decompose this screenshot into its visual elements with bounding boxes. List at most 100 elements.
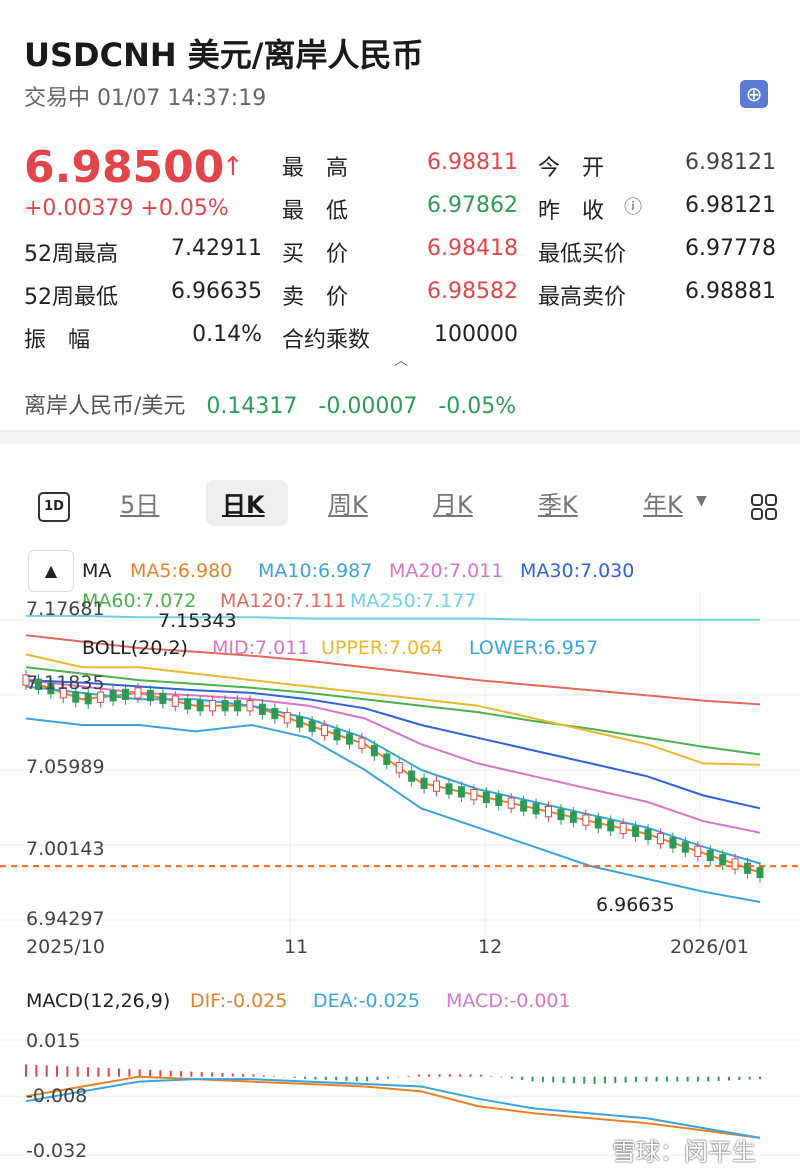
candle-body: [656, 832, 664, 845]
series-line-ma60: [25, 666, 761, 756]
candle-body: [159, 692, 167, 704]
reverse-pct: -0.05%: [438, 394, 517, 419]
candle-body: [706, 849, 714, 862]
bid-value: 6.98418: [427, 236, 518, 261]
candle-body: [84, 693, 92, 705]
candle-body: [607, 820, 615, 832]
open-label: 今 开: [538, 156, 605, 181]
tab-day-k[interactable]: 日K: [222, 485, 265, 520]
prev-close-label: 昨 收: [538, 199, 605, 224]
candle-body: [171, 695, 179, 707]
candle-body: [308, 720, 316, 732]
tab-quarter-k[interactable]: 季K: [538, 485, 578, 520]
candle-body: [408, 770, 416, 782]
low-label: 最 低: [282, 199, 349, 224]
candle-body: [184, 698, 192, 710]
high-label: 最 高: [282, 156, 349, 181]
tab-5day[interactable]: 5日: [120, 485, 159, 520]
section-divider: [0, 430, 800, 444]
candle-body: [594, 817, 602, 829]
macd-y-tick: -0.008: [26, 1085, 88, 1107]
ma250-value: MA250:7.177: [350, 590, 477, 612]
grid-menu-icon[interactable]: [750, 493, 778, 521]
candle-body: [495, 794, 503, 806]
multiplier-value: 100000: [434, 322, 518, 347]
candle-body: [619, 822, 627, 835]
amplitude-value: 0.14%: [192, 322, 262, 347]
tab-year-k[interactable]: 年K: [643, 485, 683, 520]
reverse-change: -0.00007: [318, 394, 418, 419]
reverse-value: 0.14317: [206, 394, 298, 419]
watermark: 雪球：闵平生: [612, 1138, 756, 1166]
collapse-chevron-icon[interactable]: ︿: [394, 350, 408, 370]
y-tick-label: 7.05989: [26, 756, 105, 778]
candle-body: [321, 724, 329, 737]
ma10-value: MA10:6.987: [258, 560, 373, 582]
w52-high-label: 52周最高: [24, 242, 118, 267]
candle-body: [246, 700, 254, 712]
price-change: +0.00379 +0.05%: [24, 196, 229, 221]
candle-body: [420, 777, 428, 789]
min-bid-label: 最低买价: [538, 242, 627, 267]
candle-body: [719, 854, 727, 866]
candle-body: [271, 707, 279, 720]
x-tick-label: 2025/10: [26, 936, 105, 958]
candle-body: [457, 786, 465, 798]
x-tick-label: 12: [478, 936, 503, 958]
candle-body: [358, 737, 366, 749]
candle-body: [134, 687, 142, 699]
candle-body: [482, 791, 490, 804]
candle-body: [669, 837, 677, 849]
last-price: 6.98500: [24, 142, 225, 193]
y-tick-label: 7.11835: [26, 672, 105, 694]
low-value: 6.97862: [427, 193, 518, 218]
candle-body: [146, 689, 154, 702]
ma30-value: MA30:7.030: [520, 560, 635, 582]
tab-1d[interactable]: 1D: [38, 492, 70, 522]
macd-dea: DEA:-0.025: [313, 990, 420, 1012]
tab-month-k[interactable]: 月K: [433, 485, 473, 520]
candle-body: [557, 808, 565, 821]
multiplier-label: 合约乘数: [282, 328, 371, 353]
ask-label: 卖 价: [282, 285, 349, 310]
candle-body: [196, 700, 204, 712]
open-value: 6.98121: [685, 150, 776, 175]
boll-mid-value: MID:7.011: [212, 637, 310, 659]
candle-body: [756, 866, 764, 879]
x-tick-label: 2026/01: [670, 936, 749, 958]
candle-body: [582, 814, 590, 826]
min-bid-value: 6.97778: [685, 236, 776, 261]
period-low-marker: 6.96635: [596, 894, 675, 916]
page-title: USDCNH 美元/离岸人民币: [24, 36, 424, 74]
series-line-dea: [25, 1078, 761, 1139]
ma5-value: MA5:6.980: [130, 560, 233, 582]
info-icon[interactable]: ⓘ: [624, 193, 642, 219]
tab-week-k[interactable]: 周K: [328, 485, 368, 520]
high-value: 6.98811: [427, 150, 518, 175]
candle-body: [569, 811, 577, 823]
x-tick-label: 11: [284, 936, 309, 958]
candle-body: [507, 797, 515, 809]
candle-body: [345, 733, 353, 745]
boll-upper-value: UPPER:7.064: [321, 637, 444, 659]
max-ask-value: 6.98881: [685, 279, 776, 304]
w52-high-value: 7.42911: [171, 236, 262, 261]
macd-title: MACD(12,26,9): [26, 990, 171, 1012]
candle-body: [395, 762, 403, 774]
candle-body: [258, 703, 266, 715]
candle-body: [383, 753, 391, 765]
w52-low-value: 6.96635: [171, 279, 262, 304]
reverse-label: 离岸人民币/美元: [24, 394, 186, 419]
candle-body: [644, 828, 652, 840]
up-arrow-icon: ↑: [222, 152, 244, 182]
candle-body: [731, 858, 739, 870]
series-line-ma250: [26, 614, 760, 621]
candle-body: [333, 729, 341, 741]
globe-icon[interactable]: ⊕: [740, 80, 768, 108]
candle-body: [221, 700, 229, 712]
collapse-indicator-button[interactable]: ▲: [28, 550, 74, 592]
macd-value: MACD:-0.001: [446, 990, 571, 1012]
y-tick-label: 6.94297: [26, 908, 105, 930]
dropdown-caret-icon[interactable]: ▼: [696, 493, 707, 509]
ask-value: 6.98582: [427, 279, 518, 304]
